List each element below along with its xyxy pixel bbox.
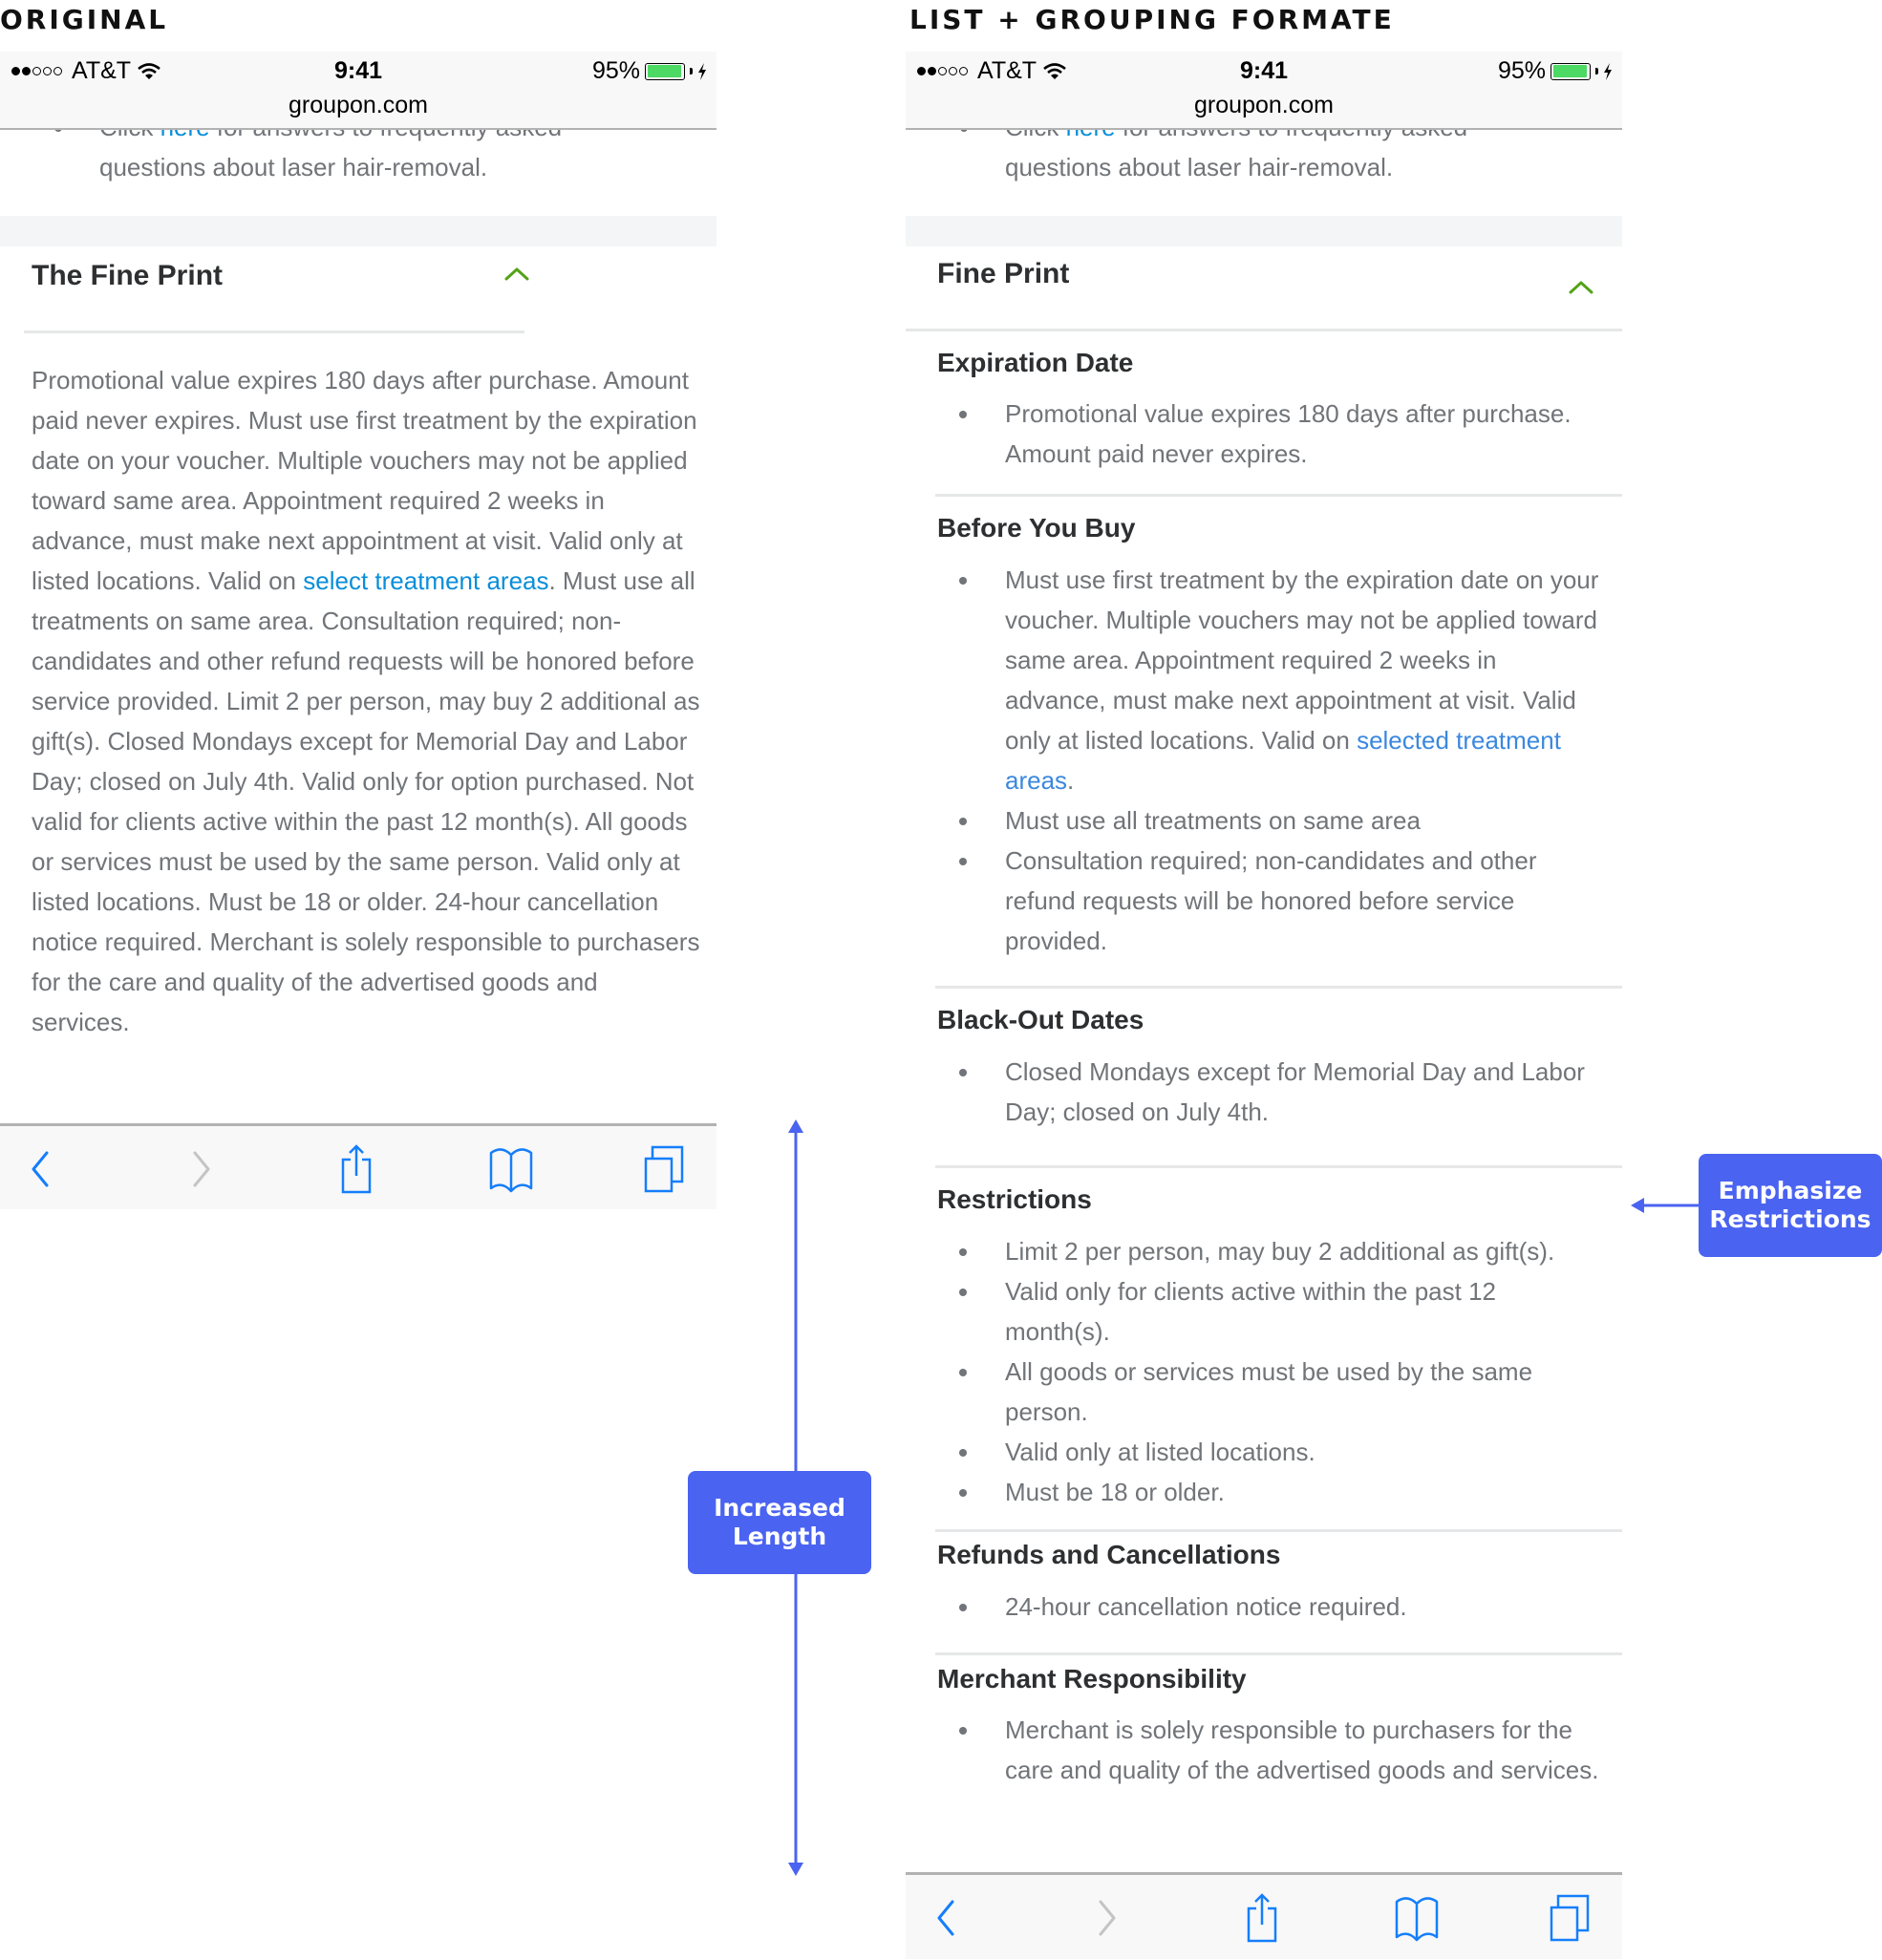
url-bar[interactable]: groupon.com [0,92,716,119]
share-icon [341,1144,372,1194]
back-button[interactable] [11,1143,69,1195]
share-button[interactable] [328,1143,385,1195]
browser-toolbar [0,1123,716,1209]
tabs-icon [1550,1894,1590,1942]
battery-indicator: 95% [1498,57,1613,85]
emphasize-restrictions-arrow [1631,1198,1703,1213]
title-divider [24,330,524,333]
list-item: 24-hour cancellation notice required. [906,1587,1622,1627]
bolt-icon [1604,62,1612,80]
chevron-up-icon[interactable] [504,267,529,281]
section-heading: Black-Out Dates [937,1005,1144,1034]
fine-print-body: Promotional value expires 180 days after… [32,366,700,1036]
section-heading: Refunds and Cancellations [937,1540,1281,1569]
fine-print-title: Fine Print [937,258,1070,289]
back-button[interactable] [917,1892,974,1944]
section-heading: Merchant Responsibility [937,1664,1247,1694]
list-item: Closed Mondays except for Memorial Day a… [906,1052,1622,1132]
section-divider [935,1165,1622,1168]
section-heading: Expiration Date [937,348,1134,377]
section-separator [0,216,716,246]
list-item: Must use all treatments on same area [906,800,1622,841]
share-icon [1247,1893,1277,1943]
bookmarks-button[interactable] [1388,1892,1445,1944]
forward-chevron-icon [1099,1900,1116,1936]
section-separator [906,216,1622,246]
bookmarks-icon [1395,1897,1439,1942]
battery-indicator: 95% [592,57,707,85]
status-bar: AT&T 9:41 95% groupon.com [0,52,716,130]
grouped-phone-screen: AT&T 9:41 95% groupon.com Click here for… [906,52,1622,1960]
list-item: Limit 2 per person, may buy 2 additional… [906,1231,1622,1271]
list-item: Must be 18 or older. [906,1472,1622,1512]
list-item: Merchant is solely responsible to purcha… [906,1710,1622,1790]
section-heading: Restrictions [937,1184,1092,1214]
back-chevron-icon [32,1151,49,1187]
bookmarks-button[interactable] [482,1143,540,1195]
tabs-icon [644,1145,684,1193]
select-treatment-areas-link[interactable]: select treatment areas [303,566,548,595]
list-item: Valid only for clients active within the… [906,1271,1622,1352]
increased-length-callout: Increased Length [688,1471,871,1574]
original-label: ORIGINAL [0,4,169,35]
battery-percent: 95% [591,57,640,84]
forward-button[interactable] [1079,1892,1136,1944]
back-chevron-icon [937,1900,954,1936]
list-item: Promotional value expires 180 days after… [906,394,1622,474]
share-button[interactable] [1233,1892,1291,1944]
list-item: All goods or services must be used by th… [906,1352,1622,1432]
status-bar: AT&T 9:41 95% groupon.com [906,52,1622,130]
emphasize-restrictions-callout: Emphasize Restrictions [1699,1154,1882,1257]
arrow-left-head-icon [1631,1198,1644,1213]
chevron-up-icon[interactable] [1569,281,1593,294]
section-heading: Before You Buy [937,513,1136,543]
battery-percent: 95% [1497,57,1546,84]
tabs-button[interactable] [635,1143,693,1195]
list-item: Valid only at listed locations. [906,1432,1622,1472]
title-divider [906,329,1622,331]
bolt-icon [698,62,706,80]
arrow-up-head-icon [788,1119,803,1133]
list-item: Consultation required; non-candidates an… [906,841,1622,961]
section-divider [935,1529,1622,1532]
grouping-label: LIST + GROUPING FORMATE [909,4,1395,35]
forward-button[interactable] [173,1143,230,1195]
original-phone-screen: AT&T 9:41 95% groupon.com Click here for… [0,52,716,1209]
arrow-down-head-icon [788,1863,803,1876]
battery-icon [1551,62,1591,80]
browser-toolbar [906,1872,1622,1959]
fine-print-title: The Fine Print [32,260,224,291]
section-divider [935,1652,1622,1655]
list-item: Must use first treatment by the expirati… [906,560,1622,800]
battery-icon [645,62,685,80]
tabs-button[interactable] [1541,1892,1598,1944]
bookmarks-icon [489,1148,533,1193]
url-bar[interactable]: groupon.com [906,92,1622,119]
section-divider [935,986,1622,989]
forward-chevron-icon [193,1151,210,1187]
section-divider [935,494,1622,497]
